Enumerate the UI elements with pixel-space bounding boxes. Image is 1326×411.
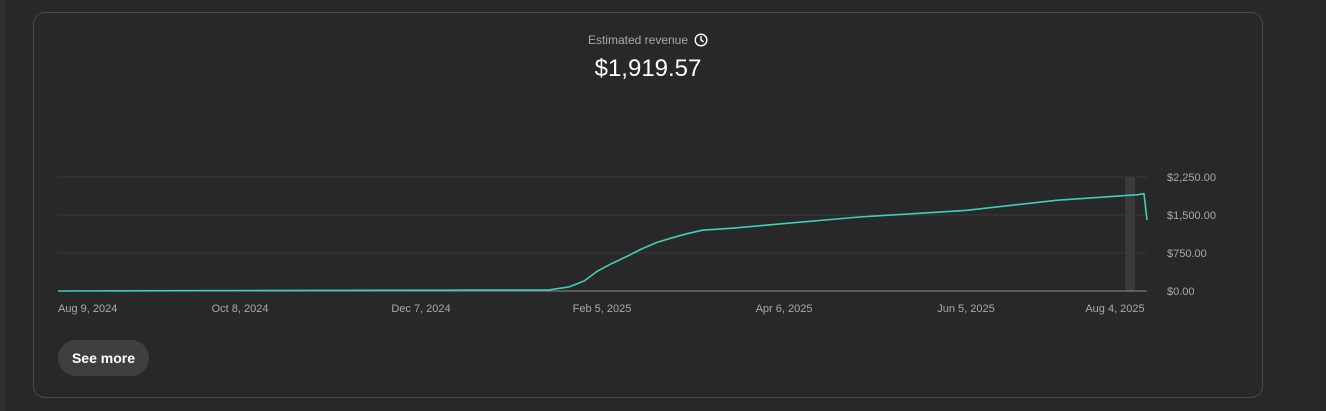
latest-day-highlight	[1125, 177, 1135, 291]
x-tick-label: Dec 7, 2024	[391, 303, 450, 315]
x-tick-label: Jun 5, 2025	[937, 303, 995, 315]
x-tick-label: Feb 5, 2025	[573, 303, 632, 315]
y-tick-label: $1,500.00	[1167, 210, 1216, 222]
x-tick-label: Apr 6, 2025	[756, 303, 813, 315]
y-tick-label: $750.00	[1167, 248, 1207, 260]
y-tick-label: $2,250.00	[1167, 172, 1216, 184]
revenue-line-chart: $0.00 $750.00 $1,500.00 $2,250.00 Aug 9, 202…	[57, 172, 1216, 315]
y-tick-label: $0.00	[1167, 286, 1195, 298]
x-tick-label: Aug 4, 2025	[1085, 303, 1144, 315]
x-tick-label: Aug 9, 2024	[58, 303, 117, 315]
revenue-series-line	[57, 192, 1148, 292]
x-tick-label: Oct 8, 2024	[212, 303, 269, 315]
